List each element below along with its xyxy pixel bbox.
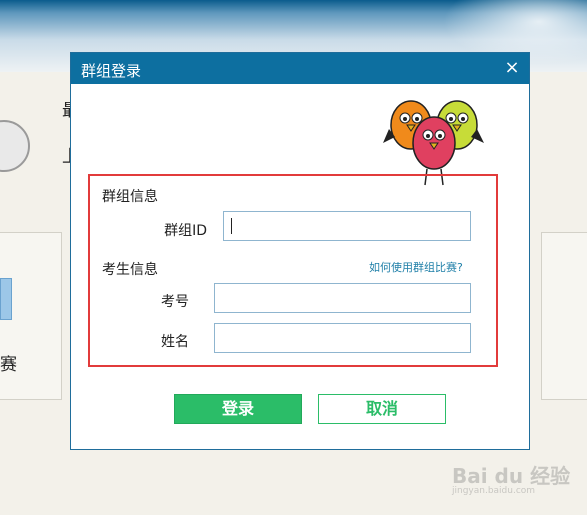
text-caret xyxy=(231,218,232,234)
help-link[interactable]: 如何使用群组比赛? xyxy=(369,259,463,275)
group-id-label: 群组ID xyxy=(164,223,207,239)
watermark-url: jingyan.baidu.com xyxy=(452,486,536,496)
dialog-title: 群组登录 xyxy=(81,62,142,80)
cancel-button[interactable]: 取消 xyxy=(318,394,446,424)
group-login-dialog: 群组登录 × 群组信息 群组ID 考生信息 如何使用群组比赛? 考号 姓名 登录… xyxy=(70,52,530,450)
exam-number-label: 考号 xyxy=(161,294,189,310)
exam-number-input[interactable] xyxy=(214,283,471,313)
login-button[interactable]: 登录 xyxy=(174,394,302,424)
group-info-heading: 群组信息 xyxy=(102,189,158,205)
name-label: 姓名 xyxy=(161,334,189,350)
clock-icon xyxy=(0,120,30,172)
background-panel-right xyxy=(541,232,587,400)
watermark-logo: Bai du 经验 xyxy=(452,464,571,488)
name-input[interactable] xyxy=(214,323,471,353)
document-icon xyxy=(0,278,12,320)
close-icon[interactable]: × xyxy=(501,57,523,79)
group-id-input[interactable] xyxy=(223,211,471,241)
dialog-titlebar: 群组登录 × xyxy=(71,53,529,84)
candidate-info-heading: 考生信息 xyxy=(102,262,158,278)
background-panel-label: 赛 xyxy=(0,355,17,375)
